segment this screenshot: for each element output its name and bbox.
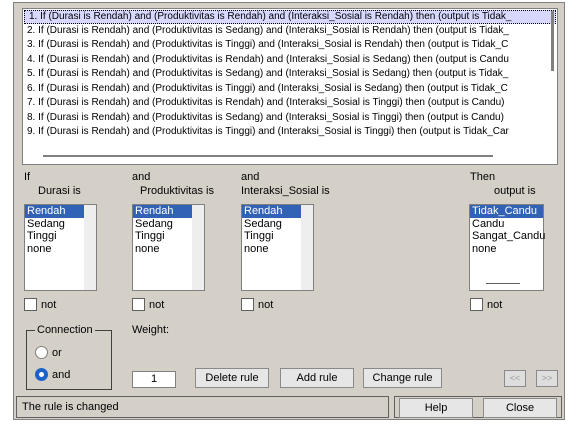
not-label: not bbox=[149, 298, 165, 311]
help-button[interactable]: Help bbox=[399, 398, 473, 418]
close-button[interactable]: Close bbox=[483, 398, 557, 418]
rule-item[interactable]: 5. If (Durasi is Rendah) and (Produktivi… bbox=[23, 67, 557, 82]
rule-item[interactable]: 7. If (Durasi is Rendah) and (Produktivi… bbox=[23, 96, 557, 111]
not-label: not bbox=[41, 298, 57, 311]
listbox-scrollbar[interactable] bbox=[192, 205, 204, 290]
output-not-checkbox[interactable]: not bbox=[470, 298, 502, 311]
output-scrollbar[interactable] bbox=[486, 283, 520, 284]
not-label: not bbox=[487, 298, 503, 311]
checkbox-box[interactable] bbox=[24, 298, 37, 311]
produktivitas-label: Produktivitas is bbox=[140, 185, 214, 197]
and-label: and bbox=[132, 171, 151, 183]
rule-item[interactable]: 1. If (Durasi is Rendah) and (Produktivi… bbox=[24, 10, 556, 24]
list-item[interactable]: none bbox=[470, 243, 543, 256]
produktivitas-not-checkbox[interactable]: not bbox=[132, 298, 164, 311]
rules-list[interactable]: 1. If (Durasi is Rendah) and (Produktivi… bbox=[22, 8, 558, 165]
output-listbox[interactable]: Tidak_Candu Candu Sangat_Candu none bbox=[469, 204, 545, 291]
rule-item[interactable]: 6. If (Durasi is Rendah) and (Produktivi… bbox=[23, 82, 557, 97]
and-label: and bbox=[241, 171, 260, 183]
rule-editor-window: 1. If (Durasi is Rendah) and (Produktivi… bbox=[13, 2, 565, 420]
durasi-not-checkbox[interactable]: not bbox=[24, 298, 56, 311]
if-label: If bbox=[24, 171, 31, 183]
connection-and-radio[interactable]: and bbox=[35, 368, 70, 381]
add-rule-button[interactable]: Add rule bbox=[280, 368, 354, 388]
radio-circle[interactable] bbox=[35, 346, 48, 359]
interaksi-sosial-listbox[interactable]: Rendah Sedang Tinggi none bbox=[241, 204, 314, 291]
interaksi-sosial-label: Interaksi_Sosial is bbox=[241, 185, 330, 197]
checkbox-box[interactable] bbox=[241, 298, 254, 311]
listbox-scrollbar[interactable] bbox=[301, 205, 313, 290]
next-rule-button[interactable]: >> bbox=[536, 370, 558, 387]
connection-title: Connection bbox=[35, 324, 95, 336]
rule-item[interactable]: 3. If (Durasi is Rendah) and (Produktivi… bbox=[23, 38, 557, 53]
durasi-listbox[interactable]: Rendah Sedang Tinggi none bbox=[24, 204, 97, 291]
not-label: not bbox=[258, 298, 274, 311]
radio-circle[interactable] bbox=[35, 368, 48, 381]
rule-item[interactable]: 4. If (Durasi is Rendah) and (Produktivi… bbox=[23, 53, 557, 68]
change-rule-button[interactable]: Change rule bbox=[363, 368, 442, 388]
status-bar: The rule is changed bbox=[16, 396, 389, 418]
checkbox-box[interactable] bbox=[470, 298, 483, 311]
weight-label: Weight: bbox=[132, 324, 170, 336]
output-label: output is bbox=[494, 185, 536, 197]
horizontal-scrollbar[interactable] bbox=[43, 155, 493, 157]
then-label: Then bbox=[470, 171, 496, 183]
footer-buttons: Help Close bbox=[394, 396, 562, 418]
list-item[interactable]: Tidak_Candu bbox=[470, 205, 543, 218]
vertical-scrollbar[interactable] bbox=[551, 11, 554, 71]
connection-or-radio[interactable]: or bbox=[35, 346, 62, 359]
previous-rule-button[interactable]: << bbox=[504, 370, 526, 387]
produktivitas-listbox[interactable]: Rendah Sedang Tinggi none bbox=[132, 204, 205, 291]
list-item[interactable]: Sangat_Candu bbox=[470, 230, 545, 243]
connection-group: Connection or and bbox=[26, 324, 112, 390]
list-item[interactable]: Candu bbox=[470, 218, 543, 231]
rule-item[interactable]: 8. If (Durasi is Rendah) and (Produktivi… bbox=[23, 111, 557, 126]
durasi-label: Durasi is bbox=[38, 185, 81, 197]
listbox-scrollbar[interactable] bbox=[84, 205, 96, 290]
checkbox-box[interactable] bbox=[132, 298, 145, 311]
interaksi-sosial-not-checkbox[interactable]: not bbox=[241, 298, 273, 311]
delete-rule-button[interactable]: Delete rule bbox=[195, 368, 269, 388]
rule-item[interactable]: 2. If (Durasi is Rendah) and (Produktivi… bbox=[23, 24, 557, 39]
weight-input[interactable]: 1 bbox=[132, 371, 176, 388]
or-label: or bbox=[52, 346, 62, 359]
rule-item[interactable]: 9. If (Durasi is Rendah) and (Produktivi… bbox=[23, 125, 557, 140]
and-label: and bbox=[52, 368, 71, 381]
